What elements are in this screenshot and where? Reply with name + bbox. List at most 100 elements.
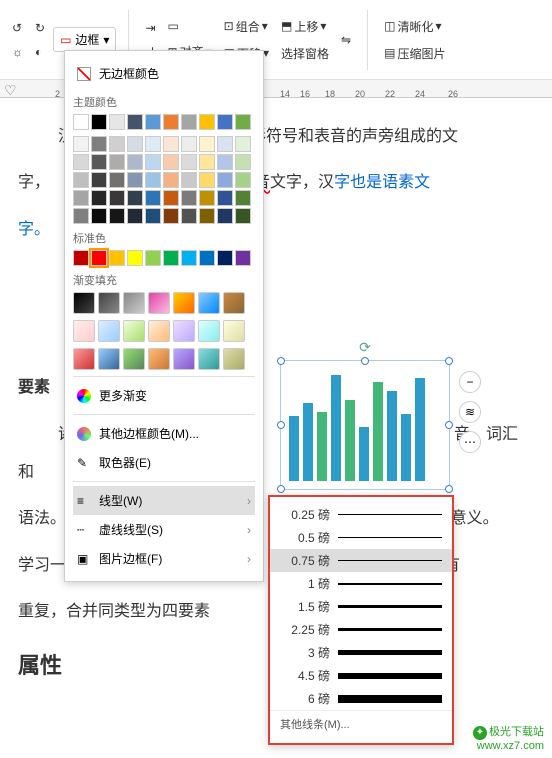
color-swatch[interactable] — [217, 114, 233, 130]
chart-bar[interactable] — [345, 400, 355, 481]
color-swatch[interactable] — [145, 172, 161, 188]
brightness-icon[interactable]: ☼ — [8, 43, 27, 61]
color-swatch[interactable] — [163, 172, 179, 188]
color-swatch[interactable] — [163, 190, 179, 206]
color-swatch[interactable] — [127, 154, 143, 170]
color-swatch[interactable] — [217, 136, 233, 152]
hyperlink[interactable]: 字也是语素文 — [334, 174, 430, 191]
color-swatch[interactable] — [91, 154, 107, 170]
color-swatch[interactable] — [199, 172, 215, 188]
resize-handle[interactable] — [277, 485, 285, 493]
color-swatch[interactable] — [181, 154, 197, 170]
resize-handle[interactable] — [445, 357, 453, 365]
line-weight-option[interactable]: 0.25 磅 — [270, 503, 452, 526]
chart-more-button[interactable]: ⋯ — [459, 431, 481, 453]
more-gradient-item[interactable]: 更多渐变 — [73, 381, 255, 410]
color-swatch[interactable] — [127, 250, 143, 266]
eyedropper-item[interactable]: ✎ 取色器(E) — [73, 448, 255, 477]
color-swatch[interactable] — [217, 154, 233, 170]
color-swatch[interactable] — [235, 208, 251, 224]
color-swatch[interactable] — [127, 172, 143, 188]
color-swatch[interactable] — [73, 208, 89, 224]
color-swatch[interactable] — [199, 208, 215, 224]
color-swatch[interactable] — [163, 250, 179, 266]
color-swatch[interactable] — [145, 190, 161, 206]
chart-collapse-button[interactable]: − — [459, 371, 481, 393]
color-swatch[interactable] — [163, 154, 179, 170]
color-swatch[interactable] — [91, 208, 107, 224]
color-swatch[interactable] — [109, 172, 125, 188]
gradient-swatch[interactable] — [173, 348, 195, 370]
line-weight-option[interactable]: 6 磅 — [270, 687, 452, 710]
chart-bar[interactable] — [401, 414, 411, 481]
color-swatch[interactable] — [163, 114, 179, 130]
color-swatch[interactable] — [127, 136, 143, 152]
color-swatch[interactable] — [91, 190, 107, 206]
line-weight-option[interactable]: 0.5 磅 — [270, 526, 452, 549]
more-lines-item[interactable]: 其他线条(M)... — [270, 710, 452, 737]
color-swatch[interactable] — [145, 250, 161, 266]
gradient-swatch[interactable] — [73, 320, 95, 342]
chart-bar[interactable] — [373, 382, 383, 481]
gradient-swatch[interactable] — [173, 320, 195, 342]
border-dropdown-button[interactable]: ▭ 边框 ▾ — [53, 27, 116, 52]
color-swatch[interactable] — [109, 136, 125, 152]
color-swatch[interactable] — [73, 172, 89, 188]
line-weight-option[interactable]: 4.5 磅 — [270, 664, 452, 687]
color-swatch[interactable] — [235, 114, 251, 130]
rotate-right-icon[interactable]: ↻ — [31, 19, 49, 37]
gradient-swatch[interactable] — [223, 320, 245, 342]
dash-style-item[interactable]: ┄ 虚线线型(S) › — [73, 515, 255, 544]
chart-filter-button[interactable]: ≋ — [459, 401, 481, 423]
gradient-swatch[interactable] — [123, 320, 145, 342]
color-swatch[interactable] — [199, 154, 215, 170]
color-swatch[interactable] — [73, 136, 89, 152]
resize-handle[interactable] — [361, 357, 369, 365]
crop-icon[interactable]: ▭ — [164, 17, 216, 35]
gradient-swatch[interactable] — [148, 292, 170, 314]
resize-handle[interactable] — [445, 485, 453, 493]
color-swatch[interactable] — [181, 190, 197, 206]
gradient-swatch[interactable] — [148, 320, 170, 342]
color-swatch[interactable] — [127, 190, 143, 206]
gradient-swatch[interactable] — [198, 348, 220, 370]
color-swatch[interactable] — [73, 154, 89, 170]
line-style-item[interactable]: ≡ 线型(W) › — [73, 486, 255, 515]
color-swatch[interactable] — [199, 190, 215, 206]
color-swatch[interactable] — [127, 208, 143, 224]
gradient-swatch[interactable] — [223, 292, 245, 314]
color-swatch[interactable] — [73, 114, 89, 130]
color-swatch[interactable] — [109, 250, 125, 266]
color-swatch[interactable] — [91, 250, 107, 266]
color-swatch[interactable] — [109, 114, 125, 130]
gradient-swatch[interactable] — [198, 320, 220, 342]
contrast-icon[interactable]: ◐ — [31, 43, 49, 61]
color-swatch[interactable] — [199, 250, 215, 266]
color-swatch[interactable] — [217, 172, 233, 188]
color-swatch[interactable] — [199, 136, 215, 152]
group-button[interactable]: ⊡ 组合 ▾ — [220, 16, 273, 37]
no-border-color-item[interactable]: 无边框颜色 — [73, 59, 255, 88]
color-swatch[interactable] — [163, 208, 179, 224]
resize-handle[interactable] — [445, 421, 453, 429]
color-swatch[interactable] — [181, 208, 197, 224]
color-swatch[interactable] — [109, 208, 125, 224]
gradient-swatch[interactable] — [198, 292, 220, 314]
color-swatch[interactable] — [199, 114, 215, 130]
rotate-handle-icon[interactable]: ⟳ — [359, 339, 371, 356]
color-swatch[interactable] — [73, 250, 89, 266]
line-weight-option[interactable]: 2.25 磅 — [270, 618, 452, 641]
resize-handle[interactable] — [277, 421, 285, 429]
compress-button[interactable]: ▤ 压缩图片 — [380, 43, 449, 64]
clarify-button[interactable]: ◫ 清晰化 ▾ — [380, 16, 449, 37]
ruler-marker-icon[interactable]: ♡ — [4, 82, 17, 99]
color-swatch[interactable] — [145, 154, 161, 170]
color-swatch[interactable] — [181, 172, 197, 188]
more-border-colors-item[interactable]: 其他边框颜色(M)... — [73, 419, 255, 448]
indent-icon[interactable]: ⇥ — [141, 19, 159, 37]
line-weight-option[interactable]: 1 磅 — [270, 572, 452, 595]
color-swatch[interactable] — [181, 136, 197, 152]
chart-bar[interactable] — [387, 391, 397, 481]
color-swatch[interactable] — [181, 250, 197, 266]
gradient-swatch[interactable] — [98, 292, 120, 314]
